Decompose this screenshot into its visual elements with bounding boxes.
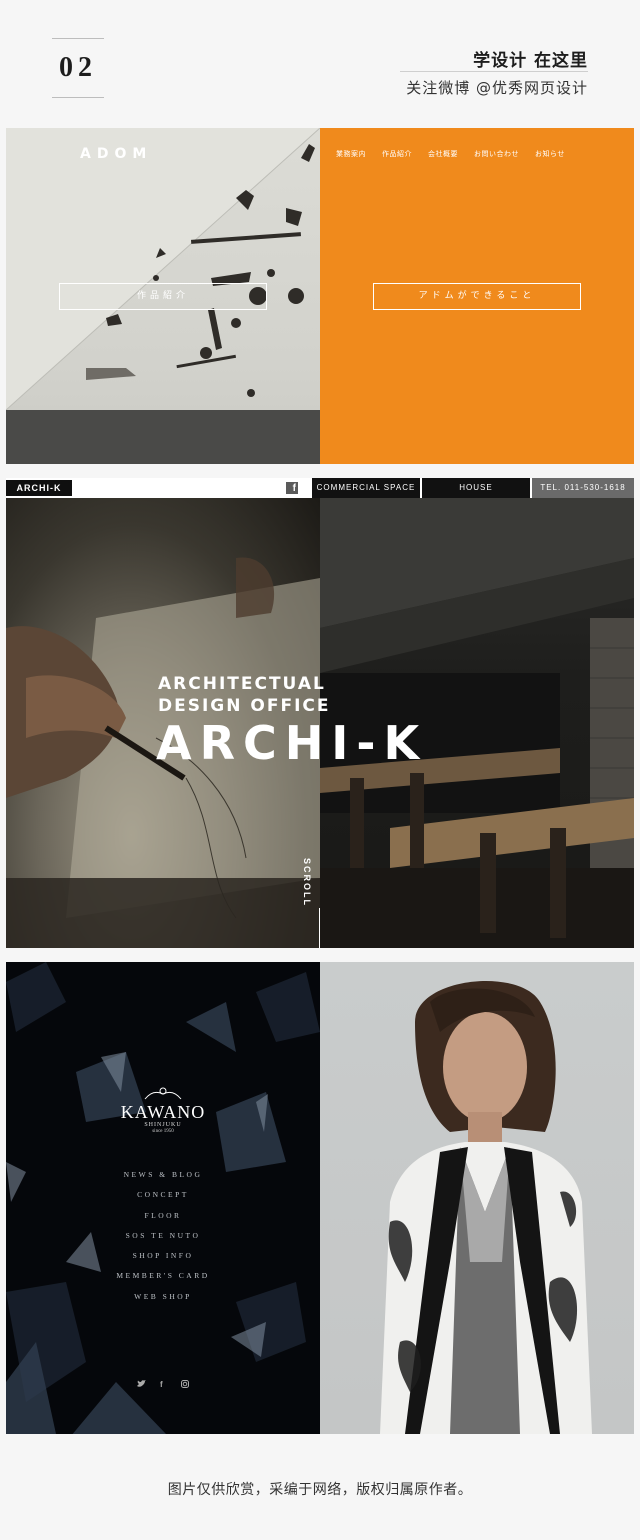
facebook-icon[interactable]: f	[160, 1380, 163, 1389]
header-title: 学设计 在这里	[473, 51, 588, 71]
adom-left-pane: ADOM 作品紹介	[6, 128, 320, 464]
header-bottom-rule	[52, 97, 104, 98]
adom-logo[interactable]: ADOM	[80, 146, 152, 162]
kawano-left-pane: KAWANO SHINJUKU since 1950 NEWS & BLOG C…	[6, 962, 320, 1434]
tab-commercial-space[interactable]: COMMERCIAL SPACE	[312, 478, 420, 498]
kawano-location: SHINJUKU	[144, 1122, 182, 1128]
adom-nav-item[interactable]: お問い合わせ	[474, 149, 519, 159]
adom-right-pane: アドムができること	[320, 128, 634, 464]
copyright-caption: 图片仅供欣赏，采编于网络，版权归属原作者。	[167, 1482, 473, 1498]
header-subtitle: 关注微博 @优秀网页设计	[406, 79, 588, 97]
twitter-icon[interactable]	[137, 1380, 146, 1390]
scroll-line	[319, 908, 320, 948]
hero-subtitle: ARCHITECTUAL DESIGN OFFICE	[158, 673, 330, 717]
adom-nav-item[interactable]: 業務案内	[336, 149, 366, 159]
kawano-logo[interactable]: KAWANO	[6, 1102, 320, 1123]
hero-title: ARCHI-K	[156, 716, 428, 770]
section-number: 02	[59, 52, 97, 83]
kawano-since: since 1950	[152, 1129, 174, 1134]
kawano-crest-icon	[144, 1087, 182, 1100]
hero-subtitle-line: ARCHITECTUAL	[158, 674, 326, 694]
instagram-icon[interactable]	[181, 1380, 189, 1390]
adom-nav-item[interactable]: お知らせ	[535, 149, 565, 159]
kawano-screenshot: KAWANO SHINJUKU since 1950 NEWS & BLOG C…	[6, 962, 634, 1434]
archik-screenshot: ARCHI-K f COMMERCIAL SPACE HOUSE TEL. 01…	[6, 478, 634, 948]
menu-item-sos-te-nuto[interactable]: SOS TE NUTO	[6, 1231, 320, 1251]
menu-item-web-shop[interactable]: WEB SHOP	[6, 1292, 320, 1312]
tel-button[interactable]: TEL. 011-530-1618	[532, 478, 634, 498]
adom-screenshot: ADOM 作品紹介 アドムができること 業務案内 作品紹介 会社概要 お問い合わ…	[6, 128, 634, 464]
menu-item-shop-info[interactable]: SHOP INFO	[6, 1251, 320, 1271]
menu-item-members-card[interactable]: MEMBER'S CARD	[6, 1271, 320, 1291]
facebook-icon[interactable]: f	[286, 482, 298, 494]
archik-top-bar: ARCHI-K f COMMERCIAL SPACE HOUSE TEL. 01…	[6, 478, 634, 498]
hero-subtitle-line: DESIGN OFFICE	[158, 696, 331, 716]
kawano-model-photo	[320, 962, 634, 1434]
adom-services-button[interactable]: アドムができること	[373, 283, 581, 310]
tab-house[interactable]: HOUSE	[422, 478, 530, 498]
adom-nav: 業務案内 作品紹介 会社概要 お問い合わせ お知らせ	[336, 149, 565, 159]
header-top-rule	[52, 38, 104, 39]
menu-item-news-blog[interactable]: NEWS & BLOG	[6, 1170, 320, 1190]
model-portrait-image	[380, 980, 592, 1434]
adom-floor	[6, 410, 320, 464]
scroll-indicator[interactable]: SCROLL	[302, 858, 312, 907]
menu-item-floor[interactable]: FLOOR	[6, 1211, 320, 1231]
adom-nav-item[interactable]: 会社概要	[428, 149, 458, 159]
header-divider	[400, 71, 588, 72]
adom-nav-item[interactable]: 作品紹介	[382, 149, 412, 159]
archik-logo[interactable]: ARCHI-K	[6, 480, 72, 496]
menu-item-concept[interactable]: CONCEPT	[6, 1190, 320, 1210]
kawano-menu: NEWS & BLOG CONCEPT FLOOR SOS TE NUTO SH…	[6, 1170, 320, 1312]
adom-works-button[interactable]: 作品紹介	[59, 283, 267, 310]
